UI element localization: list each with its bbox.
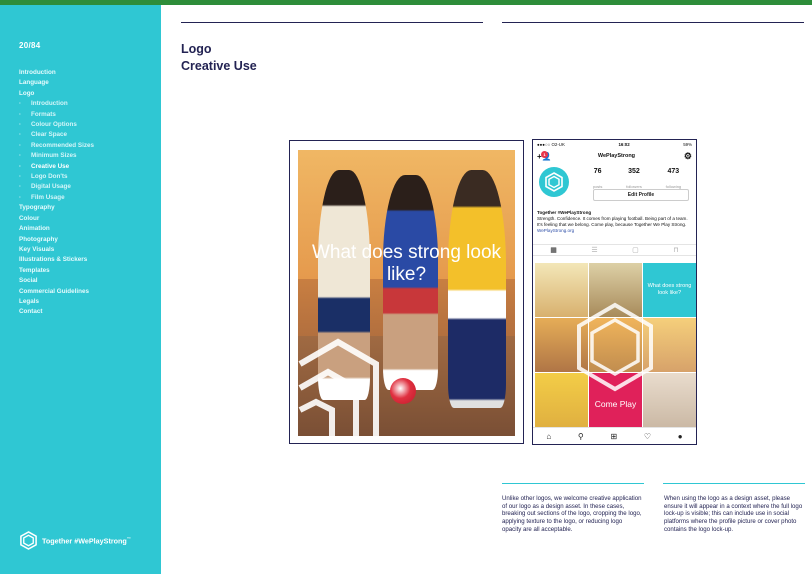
post-tile[interactable] bbox=[589, 318, 642, 372]
sidebar-item-contact[interactable]: Contact bbox=[19, 307, 94, 317]
post-grid: What does strong look like? Come Play bbox=[535, 263, 696, 427]
profile-stat-value: 352 bbox=[628, 168, 640, 175]
sidebar-item-colour[interactable]: Colour bbox=[19, 214, 94, 224]
logo-fragment-graphic bbox=[298, 338, 379, 436]
sidebar: 20/84 IntroductionLanguageLogoIntroducti… bbox=[0, 5, 161, 574]
brand-lockup: Together #WePlayStrong™ bbox=[19, 531, 131, 550]
profile-bio: Together #WePlayStrong Strength. Confide… bbox=[533, 210, 696, 244]
page-title: Logo bbox=[181, 42, 212, 56]
post-tile-text: What does strong look like? bbox=[647, 283, 692, 296]
profile-icon[interactable]: ● bbox=[678, 432, 683, 441]
sidebar-item-animation[interactable]: Animation bbox=[19, 224, 94, 234]
sidebar-item-logo[interactable]: Logo bbox=[19, 89, 94, 99]
post-tile[interactable] bbox=[643, 318, 696, 372]
search-icon[interactable]: ⚲ bbox=[578, 432, 584, 441]
sidebar-nav: IntroductionLanguageLogoIntroductionForm… bbox=[19, 68, 94, 318]
poster-example: What does strong look like? bbox=[289, 140, 524, 444]
sidebar-item-templates[interactable]: Templates bbox=[19, 266, 94, 276]
weplaystrong-logo-icon bbox=[20, 531, 37, 550]
post-tile[interactable] bbox=[643, 373, 696, 427]
page-number: 20/84 bbox=[19, 41, 41, 50]
grid-view-icon[interactable]: ▦ bbox=[550, 246, 557, 254]
poster-photo: What does strong look like? bbox=[298, 150, 515, 436]
sidebar-item-recommended-sizes[interactable]: Recommended Sizes bbox=[19, 141, 94, 152]
tagged-icon[interactable]: ▢ bbox=[632, 246, 639, 254]
carrier-label: ●●●○○ O2-UK bbox=[537, 142, 565, 147]
avatar[interactable] bbox=[539, 167, 569, 197]
post-tile[interactable]: What does strong look like? bbox=[643, 263, 696, 317]
heart-icon[interactable]: ♡ bbox=[644, 432, 651, 441]
post-tile-cta: Come Play bbox=[594, 399, 637, 409]
sidebar-item-legals[interactable]: Legals bbox=[19, 297, 94, 307]
home-icon[interactable]: ⌂ bbox=[546, 432, 551, 441]
sidebar-item-introduction[interactable]: Introduction bbox=[19, 68, 94, 78]
post-tile[interactable] bbox=[535, 318, 588, 372]
notification-badge: 1 bbox=[541, 150, 548, 158]
page-subtitle: Creative Use bbox=[181, 59, 257, 73]
bookmark-icon[interactable]: ⊓ bbox=[673, 246, 678, 254]
sidebar-item-typography[interactable]: Typography bbox=[19, 203, 94, 213]
sidebar-item-key-visuals[interactable]: Key Visuals bbox=[19, 245, 94, 255]
new-post-icon[interactable]: ⊞ bbox=[610, 432, 617, 441]
sidebar-item-illustrations-stickers[interactable]: Illustrations & Stickers bbox=[19, 255, 94, 265]
edit-profile-button[interactable]: Edit Profile bbox=[593, 189, 689, 201]
poster-headline: What does strong look like? bbox=[311, 242, 502, 285]
sidebar-item-minimum-sizes[interactable]: Minimum Sizes bbox=[19, 151, 94, 162]
weplaystrong-logo-icon bbox=[545, 172, 563, 192]
sidebar-item-social[interactable]: Social bbox=[19, 276, 94, 286]
sidebar-item-formats[interactable]: Formats bbox=[19, 110, 94, 121]
sidebar-item-film-usage[interactable]: Film Usage bbox=[19, 193, 94, 204]
clock-label: 16:02 bbox=[618, 142, 630, 147]
profile-summary: 76 posts 352 followers 473 following Edit Pro… bbox=[533, 163, 696, 210]
note-rule-right bbox=[663, 483, 805, 484]
sidebar-item-creative-use[interactable]: Creative Use bbox=[19, 162, 94, 173]
bottom-tab-bar: ⌂ ⚲ ⊞ ♡ ● bbox=[533, 427, 696, 444]
sidebar-item-introduction[interactable]: Introduction bbox=[19, 99, 94, 110]
phone-status-bar: ●●●○○ O2-UK 16:02 59% bbox=[533, 140, 696, 149]
profile-stat-value: 76 bbox=[593, 168, 602, 175]
profile-stat-value: 473 bbox=[667, 168, 680, 175]
sidebar-item-commercial-guidelines[interactable]: Commercial Guidelines bbox=[19, 287, 94, 297]
header-rule-left bbox=[181, 22, 483, 23]
sidebar-item-photography[interactable]: Photography bbox=[19, 235, 94, 245]
profile-header: +👤 1 WePlayStrong ⚙ bbox=[533, 149, 696, 163]
bio-text: Strength. Confidence. It comes from play… bbox=[537, 215, 688, 227]
post-tile[interactable] bbox=[535, 263, 588, 317]
account-name: WePlayStrong bbox=[597, 153, 636, 159]
sidebar-item-digital-usage[interactable]: Digital Usage bbox=[19, 182, 94, 193]
sidebar-item-colour-options[interactable]: Colour Options bbox=[19, 120, 94, 131]
list-view-icon[interactable]: ☰ bbox=[591, 246, 597, 254]
header-rule-right bbox=[502, 22, 804, 23]
post-tile[interactable] bbox=[535, 373, 588, 427]
post-tile[interactable] bbox=[589, 263, 642, 317]
brand-tagline: Together #WePlayStrong™ bbox=[42, 535, 131, 546]
bio-link[interactable]: WePlayStrong.org bbox=[537, 228, 574, 233]
usage-note-left: Unlike other logos, we welcome creative … bbox=[502, 495, 642, 533]
add-user-icon[interactable]: +👤 1 bbox=[537, 150, 552, 161]
sidebar-item-logo-don-ts[interactable]: Logo Don'ts bbox=[19, 172, 94, 183]
usage-note-right: When using the logo as a design asset, p… bbox=[664, 495, 803, 533]
profile-view-tabs: ▦ ☰ ▢ ⊓ bbox=[533, 244, 696, 256]
note-rule-left bbox=[502, 483, 644, 484]
gear-icon[interactable]: ⚙ bbox=[684, 151, 692, 161]
post-tile[interactable]: Come Play bbox=[589, 373, 642, 427]
sidebar-item-clear-space[interactable]: Clear Space bbox=[19, 130, 94, 141]
sidebar-item-language[interactable]: Language bbox=[19, 78, 94, 88]
instagram-profile-mockup: ●●●○○ O2-UK 16:02 59% +👤 1 WePlayStrong … bbox=[532, 139, 697, 445]
battery-label: 59% bbox=[683, 142, 692, 147]
player-figure bbox=[448, 170, 506, 408]
